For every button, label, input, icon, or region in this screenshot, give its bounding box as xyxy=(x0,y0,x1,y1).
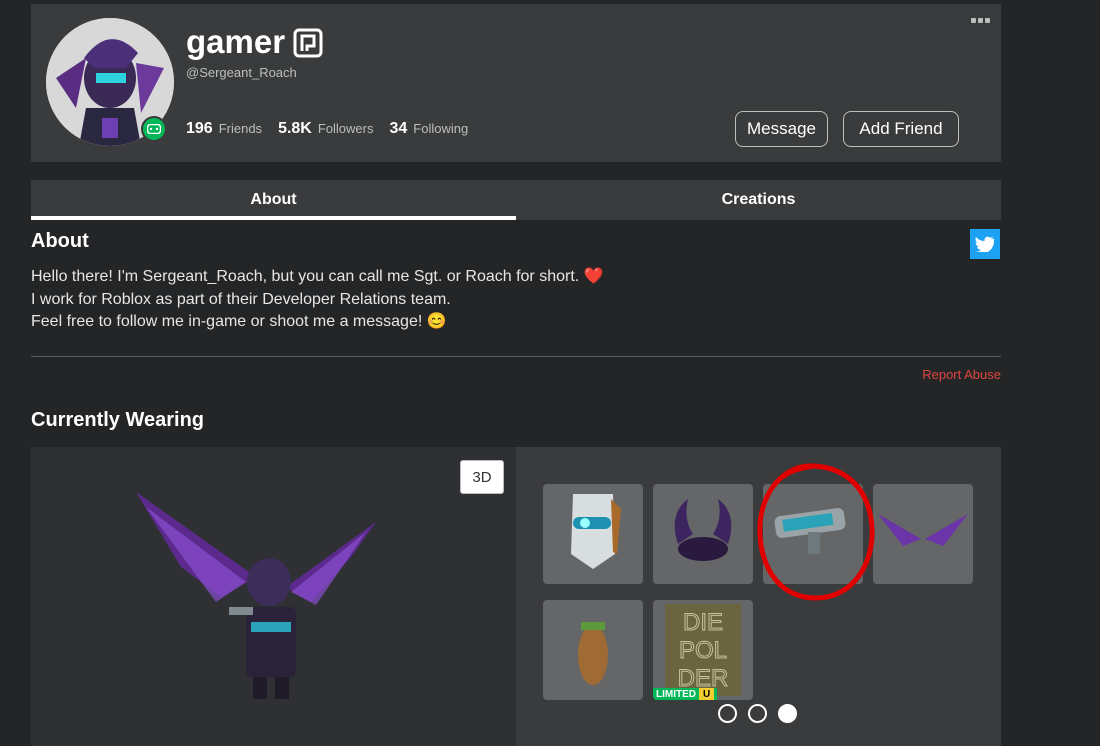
friends-count: 196 xyxy=(186,120,213,137)
more-options-icon[interactable] xyxy=(971,18,991,26)
bio-line: Feel free to follow me in-game or shoot … xyxy=(31,313,447,330)
followers-label: Followers xyxy=(317,121,374,136)
wearing-items-panel: DIE POL DER LIMITED U xyxy=(516,447,1001,746)
bio-text: Hello there! I'm Sergeant_Roach, but you… xyxy=(31,266,604,334)
profile-stats: 196 Friends 5.8K Followers 34 Following xyxy=(186,120,468,138)
friends-stat[interactable]: 196 Friends xyxy=(186,120,262,138)
currently-wearing-heading: Currently Wearing xyxy=(31,409,204,431)
section-divider xyxy=(31,356,1001,357)
followers-stat[interactable]: 5.8K Followers xyxy=(278,120,373,138)
blaster-gun-icon[interactable] xyxy=(763,484,863,584)
bio-line: Hello there! I'm Sergeant_Roach, but you… xyxy=(31,268,604,285)
limited-label: LIMITED xyxy=(656,688,696,700)
followers-count: 5.8K xyxy=(278,120,312,137)
page-dot[interactable] xyxy=(718,704,737,723)
profile-tabs: About Creations xyxy=(31,180,1001,220)
add-friend-button[interactable]: Add Friend xyxy=(843,111,959,147)
pagination-dots xyxy=(718,704,797,723)
die-polder-sign-icon[interactable]: DIE POL DER LIMITED U xyxy=(653,600,753,700)
purple-horns-icon[interactable] xyxy=(653,484,753,584)
limited-badge: LIMITED U xyxy=(653,688,718,700)
tab-creations[interactable]: Creations xyxy=(516,180,1001,220)
following-count: 34 xyxy=(389,120,408,137)
page-dot-active[interactable] xyxy=(778,704,797,723)
roach-costume-icon[interactable] xyxy=(543,600,643,700)
avatar-3d-view[interactable]: 3D xyxy=(31,447,516,746)
avatar-render xyxy=(136,492,376,699)
display-name-text: gamer xyxy=(186,23,286,60)
3d-toggle-button[interactable]: 3D xyxy=(460,460,504,494)
svg-text:DIE: DIE xyxy=(683,609,723,636)
username: @Sergeant_Roach xyxy=(186,65,297,80)
bio-line: I work for Roblox as part of their Devel… xyxy=(31,290,451,308)
report-abuse-link[interactable]: Report Abuse xyxy=(922,367,1001,382)
online-presence-icon xyxy=(141,116,167,142)
friends-label: Friends xyxy=(218,121,263,136)
purple-wings-icon[interactable] xyxy=(873,484,973,584)
limited-unique-label: U xyxy=(699,688,715,700)
twitter-icon[interactable] xyxy=(970,229,1000,259)
visor-mask-icon[interactable] xyxy=(543,484,643,584)
tab-about[interactable]: About xyxy=(31,180,516,220)
page-dot[interactable] xyxy=(748,704,767,723)
message-button[interactable]: Message xyxy=(735,111,828,147)
display-name: gamer xyxy=(186,22,323,62)
following-stat[interactable]: 34 Following xyxy=(389,120,468,138)
profile-header: gamer @Sergeant_Roach 196 Friends 5.8K Fol… xyxy=(31,4,1001,162)
following-label: Following xyxy=(413,121,469,136)
premium-badge-icon xyxy=(293,27,323,58)
svg-text:POL: POL xyxy=(679,637,727,664)
about-heading: About xyxy=(31,230,89,252)
